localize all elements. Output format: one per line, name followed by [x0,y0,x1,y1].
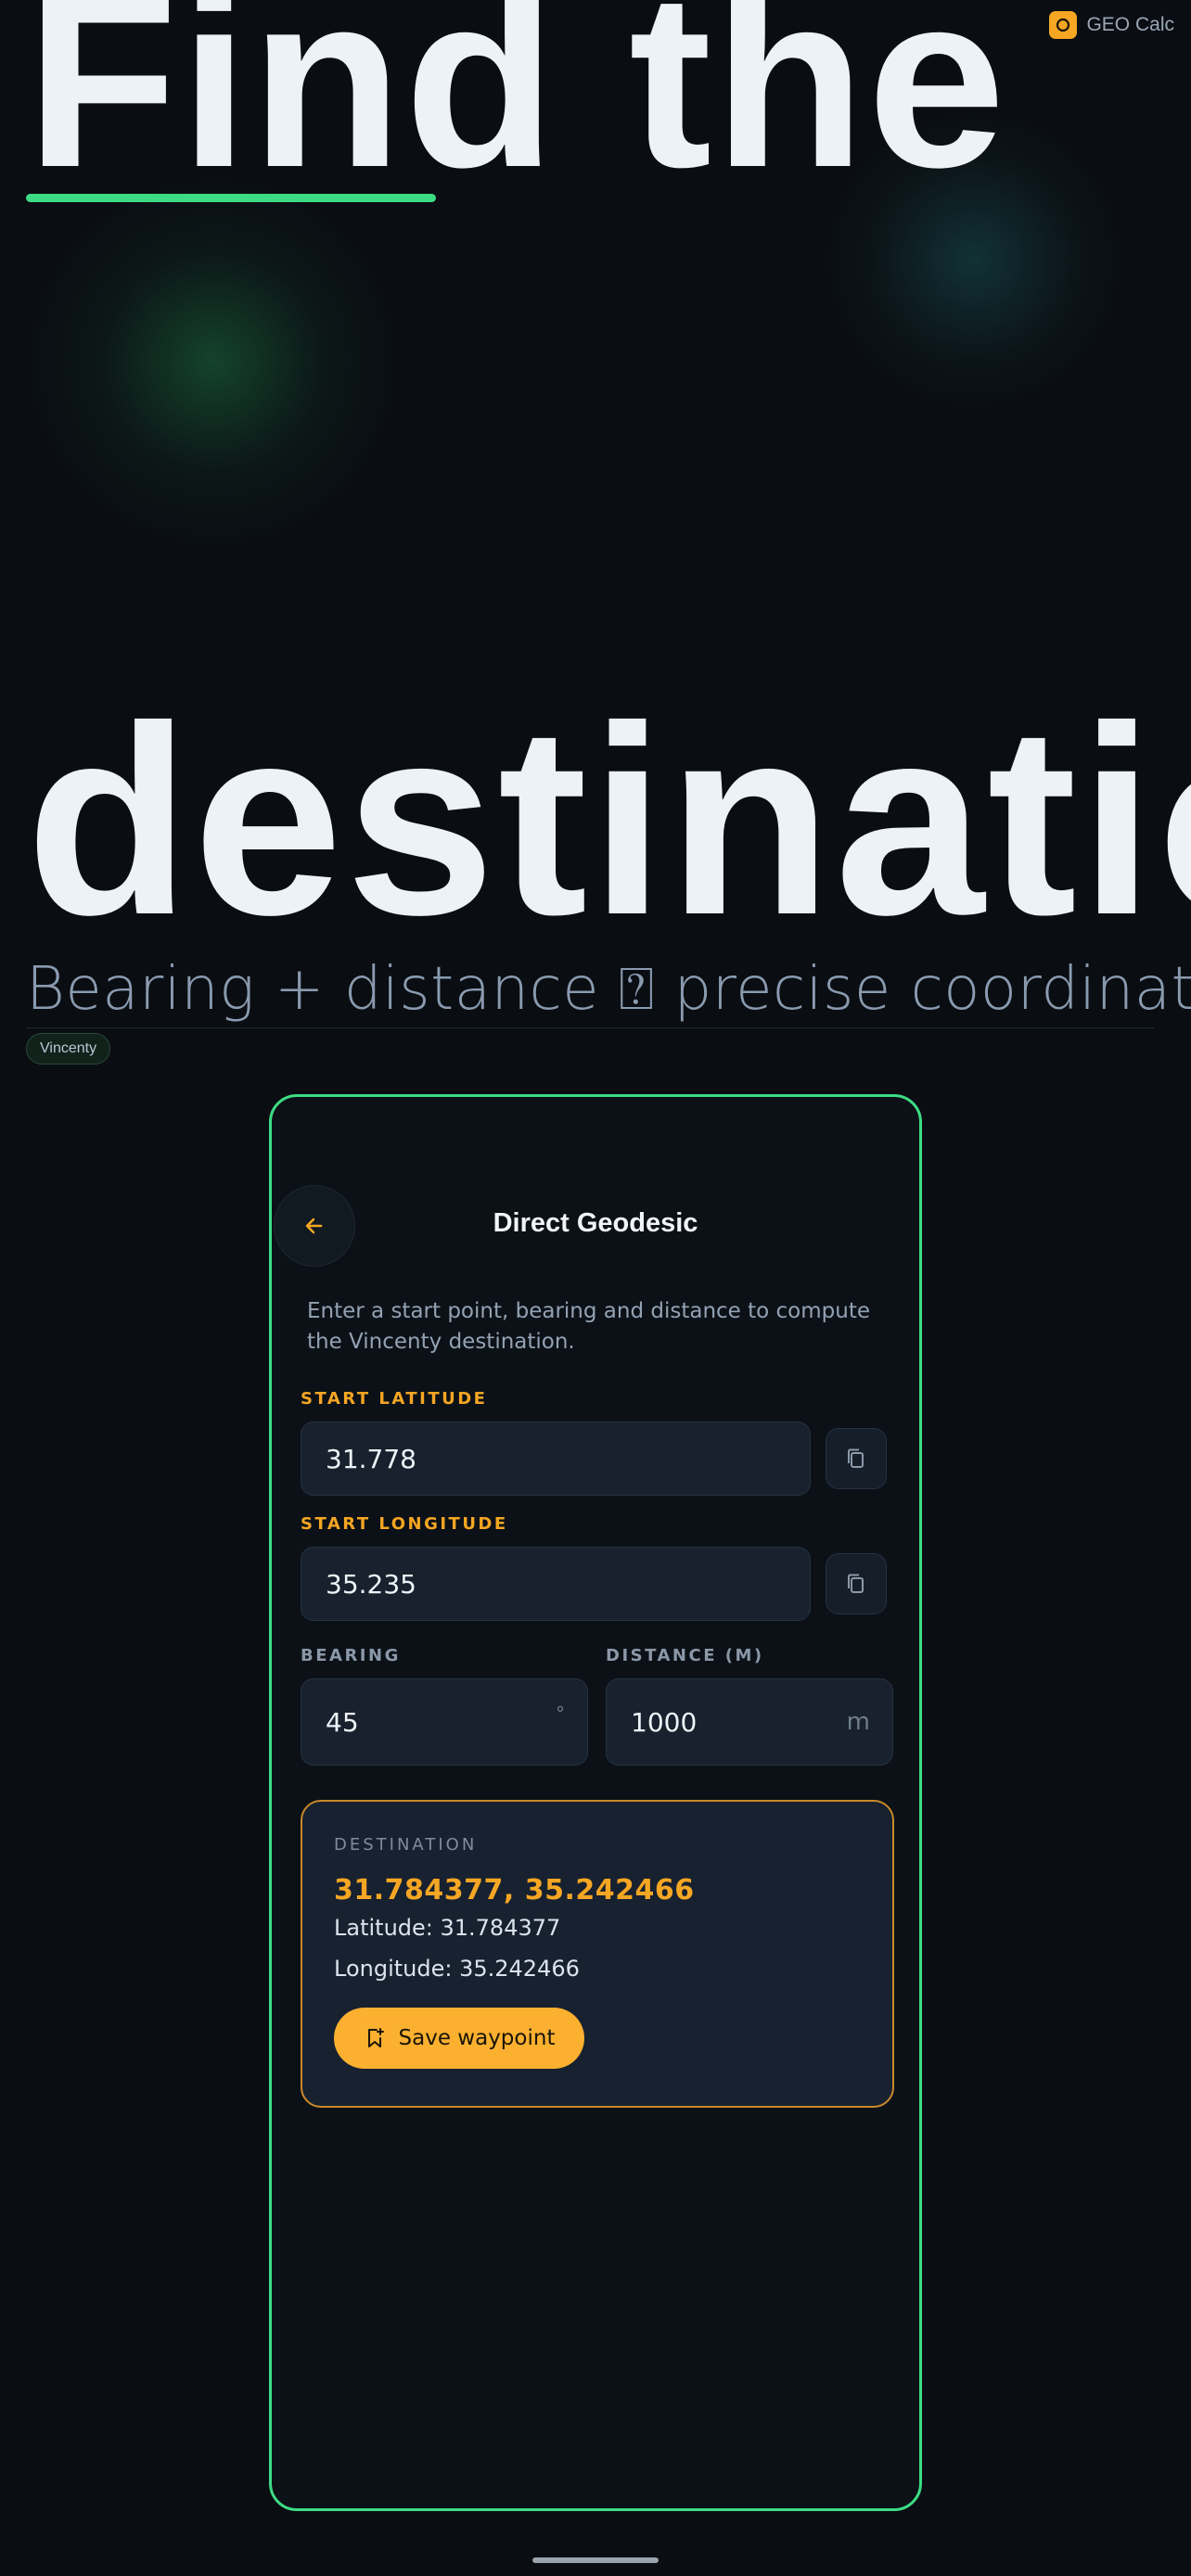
bearing-label: BEARING [301,1646,401,1665]
start-longitude-label: START LONGITUDE [301,1514,508,1534]
hero-underline [26,194,436,202]
start-latitude-label: START LATITUDE [301,1389,488,1409]
home-indicator[interactable] [532,2557,659,2563]
method-chip: Vincenty [26,1033,111,1065]
save-waypoint-label: Save waypoint [398,2026,556,2050]
start-longitude-input[interactable]: 35.235 [301,1547,811,1621]
start-longitude-value: 35.235 [326,1568,416,1600]
destination-card: DESTINATION 31.784377, 35.242466 Latitud… [301,1800,894,2108]
divider [26,1027,1154,1028]
bookmark-add-icon [367,2028,384,2047]
app-name: GEO Calc [1086,14,1174,35]
destination-coordinates: 31.784377, 35.242466 [334,1874,695,1906]
copy-latitude-button[interactable] [826,1428,887,1489]
destination-latitude: Latitude: 31.784377 [334,1915,561,1941]
copy-longitude-button[interactable] [826,1553,887,1614]
start-latitude-value: 31.778 [326,1443,416,1474]
destination-label: DESTINATION [334,1835,478,1855]
copy-icon [848,1574,864,1593]
background-glow-green [19,167,408,556]
screen-title: Direct Geodesic [493,1208,698,1238]
hero-headline-line-1: Find the [26,0,1008,219]
save-waypoint-button[interactable]: Save waypoint [334,2008,584,2069]
destination-longitude: Longitude: 35.242466 [334,1956,580,1982]
phone-frame: Direct Geodesic Enter a start point, bea… [269,1094,922,2511]
bearing-input[interactable]: 45 ° [301,1678,588,1766]
bearing-value: 45 [326,1706,359,1738]
start-latitude-input[interactable]: 31.778 [301,1422,811,1496]
page: Find the GEO Calc destinatio Bearing + d… [0,0,1191,2576]
screen-description: Enter a start point, bearing and distanc… [307,1299,871,1354]
distance-input[interactable]: 1000 m [606,1678,893,1766]
distance-label: DISTANCE (M) [606,1646,764,1665]
hero-headline-line-2: destinatio [26,670,1191,971]
copy-icon [848,1448,864,1468]
meter-unit: m [846,1708,870,1736]
app-badge[interactable]: GEO Calc [1049,11,1174,39]
distance-value: 1000 [631,1706,698,1738]
degree-unit: ° [556,1702,565,1725]
hero-subtitle: Bearing + distance ⍰ precise coordinate [26,955,1191,1024]
circle-logo-icon [1049,11,1078,39]
